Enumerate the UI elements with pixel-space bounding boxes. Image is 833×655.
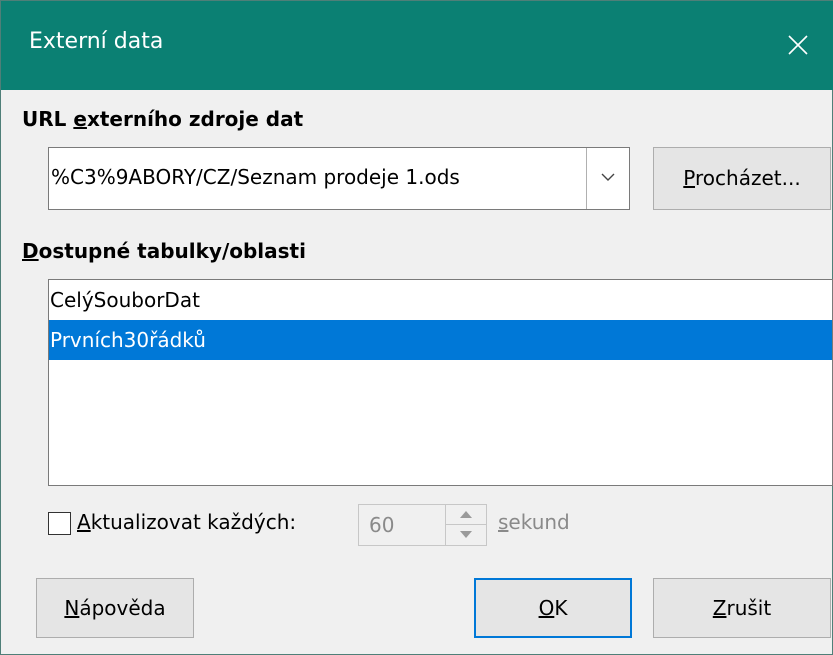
browse-accel: P [683, 166, 696, 190]
url-combobox[interactable]: %C3%9ABORY/CZ/Seznam prodeje 1.ods [48, 147, 630, 210]
url-dropdown-button[interactable] [586, 148, 629, 209]
url-label-post: xterního zdroje dat [86, 107, 304, 131]
triangle-down-icon [460, 531, 472, 538]
update-label-accel: A [77, 510, 91, 534]
url-label-accel: e [73, 107, 87, 131]
close-icon [788, 35, 808, 55]
title-bar: Externí data [1, 1, 833, 90]
chevron-down-icon [601, 173, 615, 181]
ok-button[interactable]: OK [474, 578, 632, 638]
tables-label-accel: D [22, 239, 39, 263]
list-item-selected[interactable]: Prvních30řádků [49, 320, 832, 360]
triangle-up-icon [460, 511, 472, 518]
list-item[interactable]: CelýSouborDat [49, 280, 832, 320]
tables-listbox[interactable]: CelýSouborDat Prvních30řádků [48, 279, 833, 486]
update-label[interactable]: Aktualizovat každých: [77, 510, 296, 534]
external-data-dialog: Externí data URL externího zdroje dat %C… [0, 0, 833, 655]
spin-up-button[interactable] [446, 505, 486, 525]
update-checkbox[interactable] [48, 512, 71, 535]
ok-accel: O [538, 596, 555, 620]
browse-label: rocházet... [695, 166, 801, 190]
seconds-accel: s [498, 510, 509, 534]
cancel-label: rušit [726, 596, 772, 620]
url-section-label: URL externího zdroje dat [22, 107, 303, 131]
spin-buttons [445, 505, 486, 545]
help-button[interactable]: Nápověda [36, 578, 194, 638]
ok-label: K [554, 596, 568, 620]
update-label-rest: ktualizovat každých: [90, 510, 297, 534]
tables-section-label: Dostupné tabulky/oblasti [22, 239, 306, 263]
url-input[interactable]: %C3%9ABORY/CZ/Seznam prodeje 1.ods [51, 165, 581, 189]
window-title: Externí data [29, 29, 164, 54]
seconds-label: sekund [498, 510, 570, 534]
interval-input[interactable]: 60 [369, 513, 439, 537]
browse-button[interactable]: Procházet... [653, 147, 831, 210]
seconds-rest: ekund [508, 510, 570, 534]
help-accel: N [64, 596, 80, 620]
cancel-accel: Z [712, 596, 727, 620]
close-button[interactable] [762, 1, 833, 90]
tables-label-rest: ostupné tabulky/oblasti [38, 239, 306, 263]
help-label: ápověda [79, 596, 166, 620]
cancel-button[interactable]: Zrušit [653, 578, 831, 638]
interval-spinbox[interactable]: 60 [358, 504, 487, 546]
spin-down-button[interactable] [446, 525, 486, 545]
url-label-pre: URL [22, 107, 74, 131]
